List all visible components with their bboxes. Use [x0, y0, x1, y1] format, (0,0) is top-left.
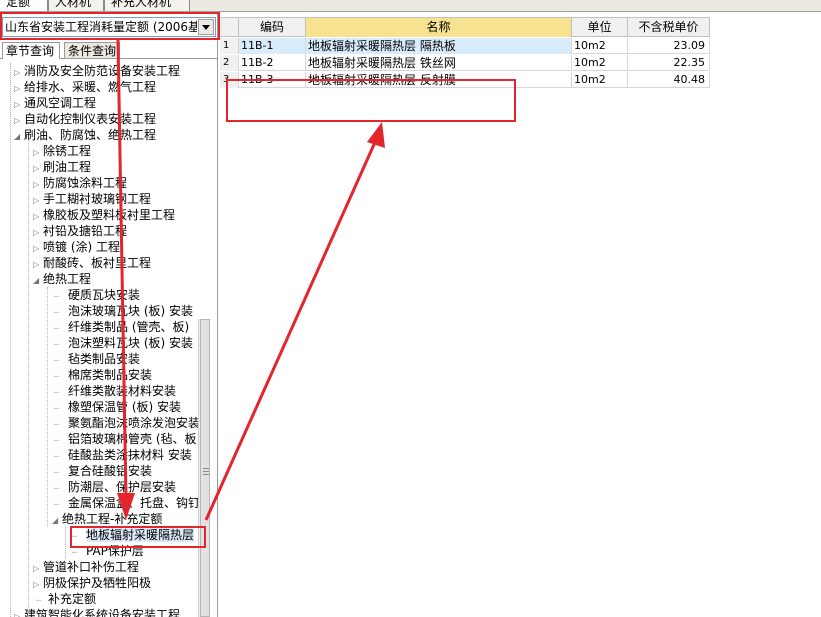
expand-icon[interactable]: ▷ [14, 609, 24, 617]
tree-leaf[interactable]: ┈ 毡类制品安装 [54, 351, 140, 367]
tree-item[interactable]: ▷ 消防及安全防范设备安装工程 [14, 63, 180, 79]
tree-leaf[interactable]: ┈ 纤维类制品 (管壳、板) [54, 319, 189, 335]
header-unit[interactable]: 单位 [572, 18, 628, 37]
quota-library-select[interactable]: 山东省安装工程消耗量定额 (2006基价) [2, 17, 216, 37]
row-index: 1 [220, 38, 239, 54]
tree-item[interactable]: ▷ 管道补口补伤工程 [33, 559, 139, 575]
tree-item[interactable]: ◢ 绝热工程 [33, 271, 91, 287]
tree-guide [28, 143, 29, 608]
cell-price[interactable]: 40.48 [628, 72, 710, 88]
tree-scrollbar[interactable] [198, 319, 210, 617]
tree-leaf[interactable]: ┈ 金属保温盒、托盘、钩钉 [54, 495, 200, 511]
tree-leaf[interactable]: ┈ 硅酸盐类涂抹材料 安装 [54, 447, 192, 463]
tree-leaf[interactable]: ┈ 铝箔玻璃棉管壳 (毡、板 [54, 431, 197, 447]
tree-leaf[interactable]: ┈ 泡沫塑料瓦块 (板) 安装 [54, 335, 193, 351]
tree-guide [10, 63, 11, 617]
cell-code[interactable]: 11B-1 [239, 38, 306, 54]
tree-item[interactable]: ▷ 给排水、采暖、燃气工程 [14, 79, 156, 95]
tree-item[interactable]: ▷ 通风空调工程 [14, 95, 96, 111]
left-panel: 山东省安装工程消耗量定额 (2006基价) 章节查询 条件查询 ▷ 消防及安全防范… [0, 12, 218, 617]
cell-name[interactable]: 地板辐射采暖隔热层 反射膜 [306, 72, 572, 88]
tree-leaf[interactable]: ┈ 纤维类散装材料安装 [54, 383, 176, 399]
tree-item[interactable]: ▷ 自动化控制仪表安装工程 [14, 111, 156, 127]
tree-leaf[interactable]: ┈ 棉席类制品安装 [54, 367, 152, 383]
tree-leaf[interactable]: ┈ 聚氨酯泡沫喷涂发泡安装 [54, 415, 200, 431]
table-header: 编码 名称 单位 不含税单价 [220, 17, 710, 37]
table-row[interactable]: 3 11B-3 地板辐射采暖隔热层 反射膜 10m2 40.48 [220, 72, 710, 88]
tree-item[interactable]: ▷ 阴极保护及牺牲阳极 [33, 575, 151, 591]
collapse-icon[interactable]: ◢ [33, 273, 43, 289]
tree-guide [65, 527, 66, 559]
tree-leaf[interactable]: ┈ 防潮层、保护层安装 [54, 479, 176, 495]
cell-code[interactable]: 11B-3 [239, 72, 306, 88]
tree-item[interactable]: ▷ 手工糊衬玻璃钢工程 [33, 191, 151, 207]
tree-item[interactable]: ▷ 防腐蚀涂料工程 [33, 175, 127, 191]
table-row[interactable]: 1 11B-1 地板辐射采暖隔热层 隔热板 10m2 23.09 [220, 38, 710, 54]
collapse-icon[interactable]: ◢ [52, 513, 62, 529]
dropdown-button[interactable] [198, 19, 214, 35]
annotation-arrow-up [204, 139, 378, 521]
tree-leaf[interactable]: ┈ 补充定额 [36, 591, 96, 607]
tree-item[interactable]: ◢ 刷油、防腐蚀、绝热工程 [14, 127, 156, 143]
quota-library-value: 山东省安装工程消耗量定额 (2006基价) [5, 20, 197, 34]
tree-leaf[interactable]: ┈ 硬质瓦块安装 [54, 287, 140, 303]
table-row[interactable]: 2 11B-2 地板辐射采暖隔热层 铁丝网 10m2 22.35 [220, 55, 710, 71]
scrollbar-thumb[interactable] [200, 319, 210, 617]
header-price[interactable]: 不含税单价 [628, 18, 710, 37]
row-index: 2 [220, 55, 239, 71]
tab-condition-query[interactable]: 条件查询 [64, 42, 120, 59]
tab-labor-material-machine[interactable]: 人材机 [48, 0, 104, 11]
tree-leaf[interactable]: ┈ 橡塑保温管 (板) 安装 [54, 399, 181, 415]
tree-item[interactable]: ▷ 刷油工程 [33, 159, 91, 175]
tree-item[interactable]: ▷ 建筑智能化系统设备安装工程 [14, 607, 180, 617]
tree-leaf[interactable]: ┈ 复合硅酸铝安装 [54, 463, 152, 479]
tree-item[interactable]: ▷ 除锈工程 [33, 143, 91, 159]
cell-name[interactable]: 地板辐射采暖隔热层 铁丝网 [306, 55, 572, 71]
tree-leaf[interactable]: ┈ 泡沫玻璃瓦块 (板) 安装 [54, 303, 193, 319]
tree-item[interactable]: ▷ 橡胶板及塑料板衬里工程 [33, 207, 175, 223]
cell-unit[interactable]: 10m2 [572, 55, 628, 71]
tree-guide [47, 287, 48, 527]
cell-code[interactable]: 11B-2 [239, 55, 306, 71]
collapse-icon[interactable]: ◢ [14, 129, 24, 145]
cell-name[interactable]: 地板辐射采暖隔热层 隔热板 [306, 38, 572, 54]
tree-item[interactable]: ▷ 耐酸砖、板衬里工程 [33, 255, 151, 271]
tree-leaf[interactable]: ┈ PAP保护层 [72, 543, 144, 559]
tab-chapter-query[interactable]: 章节查询 [2, 42, 60, 59]
tree-item[interactable]: ▷ 衬铅及搪铅工程 [33, 223, 127, 239]
row-index: 3 [220, 72, 239, 88]
chevron-down-icon [202, 25, 210, 30]
top-tab-strip: 定额 人材机 补充人材机 [0, 0, 821, 12]
tab-supplementary-labor-material-machine[interactable]: 补充人材机 [104, 0, 190, 11]
cell-unit[interactable]: 10m2 [572, 38, 628, 54]
cell-price[interactable]: 23.09 [628, 38, 710, 54]
header-name[interactable]: 名称 [306, 18, 572, 37]
cell-price[interactable]: 22.35 [628, 55, 710, 71]
chapter-tree: ▷ 消防及安全防范设备安装工程 ▷ 给排水、采暖、燃气工程 ▷ 通风空调工程 ▷ 自动化… [2, 63, 214, 617]
header-code[interactable]: 编码 [239, 18, 306, 37]
tab-quota[interactable]: 定额 [0, 0, 48, 11]
tree-leaf-selected[interactable]: ┈ 地板辐射采暖隔热层 [72, 527, 195, 543]
tree-item[interactable]: ◢ 绝热工程-补充定额 [52, 511, 162, 527]
tree-item[interactable]: ▷ 喷镀 (涂) 工程 [33, 239, 120, 255]
header-index [220, 18, 239, 37]
query-tabs: 章节查询 条件查询 [0, 41, 218, 59]
annotation-arrowhead-up [367, 122, 385, 148]
cell-unit[interactable]: 10m2 [572, 72, 628, 88]
